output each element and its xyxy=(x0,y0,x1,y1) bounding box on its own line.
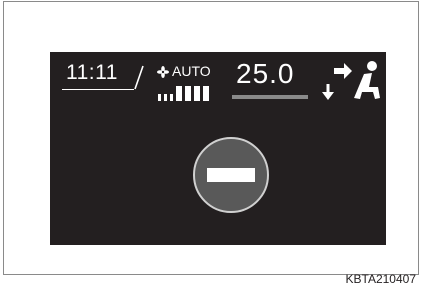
clock-divider-slash xyxy=(134,65,144,90)
fan-mode-label: AUTO xyxy=(172,63,211,79)
fan-speed-bar-inactive xyxy=(164,94,167,101)
temperature-readout: 25.0 xyxy=(236,58,295,89)
down-arrow-icon xyxy=(322,84,334,100)
clock-underline xyxy=(62,89,134,90)
fan-speed-indicator xyxy=(158,86,209,101)
temperature-underline xyxy=(232,95,308,99)
figure-caption-code: KBTA210407 xyxy=(345,272,417,286)
fan-speed-bar-inactive xyxy=(158,94,161,101)
fan-icon xyxy=(157,66,169,78)
fan-speed-bar-inactive xyxy=(170,94,173,101)
airflow-mode-icon xyxy=(334,61,380,99)
clock-time: 11:11 xyxy=(66,61,118,84)
minus-icon xyxy=(207,168,255,182)
temperature-decrease-button[interactable] xyxy=(193,137,269,213)
fan-speed-bar-active xyxy=(176,86,182,101)
fan-speed-bar-active xyxy=(194,86,200,101)
fan-speed-bar-active xyxy=(185,86,191,101)
fan-speed-bar-active xyxy=(203,86,209,101)
